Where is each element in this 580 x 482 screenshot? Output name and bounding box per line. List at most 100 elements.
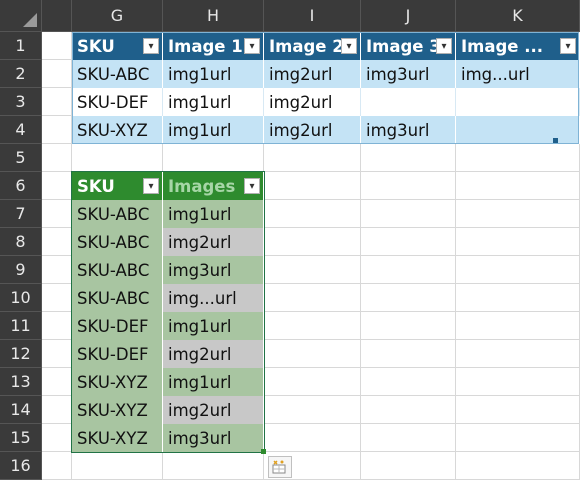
grid-cell[interactable] bbox=[456, 228, 580, 256]
filter-dropdown-icon[interactable]: ▾ bbox=[436, 38, 452, 54]
grid-cell[interactable] bbox=[72, 452, 163, 480]
row-header-11[interactable]: 11 bbox=[0, 312, 42, 340]
grid-cell[interactable] bbox=[42, 312, 72, 340]
table1-cell[interactable]: img1url bbox=[163, 88, 264, 116]
grid-cell[interactable] bbox=[42, 424, 72, 452]
spreadsheet-grid[interactable]: G H I J K 1 2 3 4 5 6 7 8 9 10 11 12 13 14 15 16 SKU ▾ Image 1 ▾… bbox=[0, 0, 580, 482]
grid-cell[interactable] bbox=[456, 284, 580, 312]
table1-header-cell[interactable]: Image 2 ▾ bbox=[264, 32, 361, 60]
grid-cell[interactable] bbox=[42, 340, 72, 368]
grid-cell[interactable] bbox=[361, 256, 456, 284]
row-header-12[interactable]: 12 bbox=[0, 340, 42, 368]
filter-dropdown-icon[interactable]: ▾ bbox=[244, 178, 260, 194]
table1-cell[interactable]: img3url bbox=[361, 116, 456, 144]
grid-cell[interactable] bbox=[42, 228, 72, 256]
grid-cell[interactable] bbox=[264, 256, 361, 284]
table2-cell[interactable]: img2url bbox=[163, 340, 264, 368]
table1-cell[interactable]: SKU-XYZ bbox=[72, 116, 163, 144]
table1-cell[interactable]: SKU-DEF bbox=[72, 88, 163, 116]
table2-cell[interactable]: img...url bbox=[163, 284, 264, 312]
grid-cell[interactable] bbox=[456, 144, 580, 172]
grid-cell[interactable] bbox=[42, 256, 72, 284]
grid-cell[interactable] bbox=[456, 312, 580, 340]
select-all-button[interactable] bbox=[0, 0, 42, 32]
grid-cell[interactable] bbox=[456, 340, 580, 368]
filter-dropdown-icon[interactable]: ▾ bbox=[244, 38, 260, 54]
grid-cell[interactable] bbox=[42, 32, 72, 60]
grid-cell[interactable] bbox=[361, 452, 456, 480]
grid-cell[interactable] bbox=[42, 88, 72, 116]
table1-cell[interactable]: img1url bbox=[163, 60, 264, 88]
grid-cell[interactable] bbox=[264, 144, 361, 172]
filter-dropdown-icon[interactable]: ▾ bbox=[143, 38, 159, 54]
table1-resize-handle[interactable] bbox=[553, 138, 558, 143]
grid-cell[interactable] bbox=[264, 172, 361, 200]
row-header-2[interactable]: 2 bbox=[0, 60, 42, 88]
table2-cell[interactable]: img1url bbox=[163, 312, 264, 340]
row-header-13[interactable]: 13 bbox=[0, 368, 42, 396]
table2-cell[interactable]: SKU-ABC bbox=[72, 256, 163, 284]
column-header-g[interactable]: G bbox=[72, 0, 163, 32]
row-header-14[interactable]: 14 bbox=[0, 396, 42, 424]
row-header-5[interactable]: 5 bbox=[0, 144, 42, 172]
grid-cell[interactable] bbox=[163, 144, 264, 172]
row-header-10[interactable]: 10 bbox=[0, 284, 42, 312]
grid-cell[interactable] bbox=[163, 452, 264, 480]
grid-cell[interactable] bbox=[456, 396, 580, 424]
table1-cell[interactable]: SKU-ABC bbox=[72, 60, 163, 88]
grid-cell[interactable] bbox=[456, 172, 580, 200]
table2-cell[interactable]: img3url bbox=[163, 256, 264, 284]
filter-dropdown-icon[interactable]: ▾ bbox=[341, 38, 357, 54]
grid-cell[interactable] bbox=[264, 312, 361, 340]
table1-cell[interactable]: img2url bbox=[264, 88, 361, 116]
table2-header-cell[interactable]: SKU ▾ bbox=[72, 172, 163, 200]
grid-cell[interactable] bbox=[42, 368, 72, 396]
table1-header-cell[interactable]: Image 1 ▾ bbox=[163, 32, 264, 60]
grid-cell[interactable] bbox=[361, 284, 456, 312]
grid-cell[interactable] bbox=[264, 424, 361, 452]
grid-cell[interactable] bbox=[264, 200, 361, 228]
grid-cell[interactable] bbox=[72, 144, 163, 172]
column-header-k[interactable]: K bbox=[456, 0, 580, 32]
table1-header-cell[interactable]: Image ... ▾ bbox=[456, 32, 580, 60]
grid-cell[interactable] bbox=[456, 256, 580, 284]
grid-cell[interactable] bbox=[456, 368, 580, 396]
quick-analysis-icon[interactable] bbox=[268, 456, 292, 478]
grid-cell[interactable] bbox=[42, 452, 72, 480]
row-header-16[interactable]: 16 bbox=[0, 452, 42, 480]
grid-cell[interactable] bbox=[42, 200, 72, 228]
grid-cell[interactable] bbox=[361, 172, 456, 200]
grid-cell[interactable] bbox=[361, 368, 456, 396]
grid-cell[interactable] bbox=[264, 284, 361, 312]
grid-cell[interactable] bbox=[361, 396, 456, 424]
table2-cell[interactable]: img1url bbox=[163, 200, 264, 228]
table2-cell[interactable]: img2url bbox=[163, 228, 264, 256]
grid-cell[interactable] bbox=[42, 172, 72, 200]
grid-cell[interactable] bbox=[264, 228, 361, 256]
table1-cell[interactable] bbox=[361, 88, 456, 116]
table1-cell[interactable]: img2url bbox=[264, 60, 361, 88]
column-header-j[interactable]: J bbox=[361, 0, 456, 32]
grid-cell[interactable] bbox=[42, 116, 72, 144]
grid-cell[interactable] bbox=[456, 452, 580, 480]
row-header-3[interactable]: 3 bbox=[0, 88, 42, 116]
table2-cell[interactable]: SKU-XYZ bbox=[72, 424, 163, 452]
row-header-4[interactable]: 4 bbox=[0, 116, 42, 144]
grid-cell[interactable] bbox=[42, 144, 72, 172]
grid-cell[interactable] bbox=[264, 368, 361, 396]
table2-cell[interactable]: SKU-DEF bbox=[72, 312, 163, 340]
table2-header-cell[interactable]: Images ▾ bbox=[163, 172, 264, 200]
table1-header-cell[interactable]: Image 3 ▾ bbox=[361, 32, 456, 60]
table2-cell[interactable]: SKU-ABC bbox=[72, 200, 163, 228]
row-header-9[interactable]: 9 bbox=[0, 256, 42, 284]
grid-cell[interactable] bbox=[361, 424, 456, 452]
table1-cell[interactable]: img3url bbox=[361, 60, 456, 88]
grid-cell[interactable] bbox=[264, 340, 361, 368]
grid-cell[interactable] bbox=[361, 200, 456, 228]
table1-cell[interactable] bbox=[456, 88, 580, 116]
table2-resize-handle[interactable] bbox=[261, 449, 266, 454]
table2-cell[interactable]: SKU-XYZ bbox=[72, 368, 163, 396]
row-header-7[interactable]: 7 bbox=[0, 200, 42, 228]
table1-cell[interactable]: img...url bbox=[456, 60, 580, 88]
row-header-15[interactable]: 15 bbox=[0, 424, 42, 452]
